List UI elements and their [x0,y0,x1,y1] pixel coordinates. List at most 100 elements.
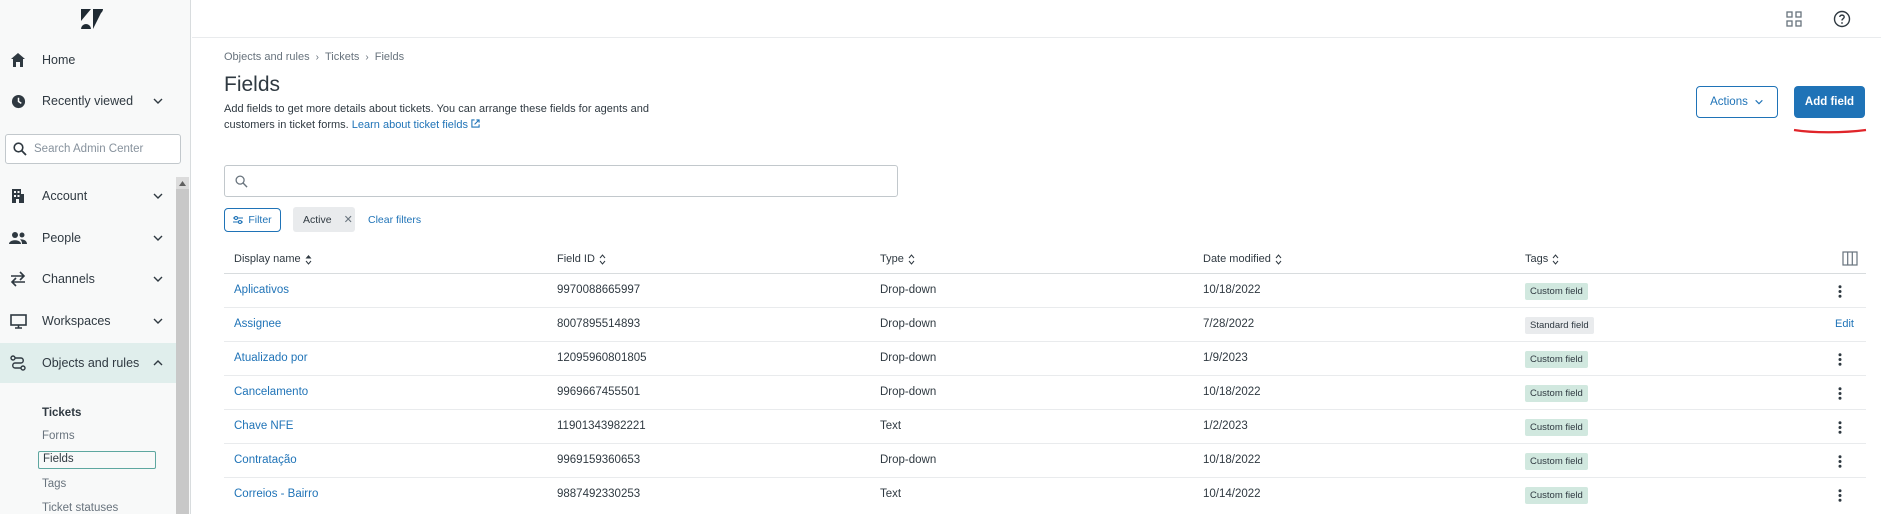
admin-search-input[interactable] [34,140,174,158]
sidebar: Home Recently viewed Account People Chan… [0,0,191,514]
add-field-button[interactable]: Add field [1794,86,1865,118]
table-row[interactable]: Chave NFE 11901343982221 Text 1/2/2023 C… [224,410,1866,444]
nav-workspaces[interactable]: Workspaces [0,302,178,340]
field-date-modified: 10/18/2022 [1203,284,1261,296]
column-date-modified[interactable]: Date modified [1203,253,1282,265]
field-id: 9969159360653 [557,454,641,466]
column-field-id[interactable]: Field ID [557,253,606,265]
more-options-icon[interactable] [1838,421,1842,434]
field-name-link[interactable]: Assignee [234,318,281,330]
chevron-down-icon [153,98,163,104]
table-header: Display name Field ID Type Date modified… [224,245,1866,274]
more-options-icon[interactable] [1838,353,1842,366]
nav-channels[interactable]: Channels [0,260,178,298]
chevron-down-icon [153,276,163,282]
nav-objects-and-rules-label: Objects and rules [42,356,140,370]
chevron-down-icon [153,318,163,324]
breadcrumb-tickets[interactable]: Tickets [325,51,359,63]
subnav-item-ticket-statuses[interactable]: Ticket statuses [38,499,118,514]
edit-link[interactable]: Edit [1835,318,1854,330]
page-title: Fields [224,73,281,96]
breadcrumb-objects-and-rules[interactable]: Objects and rules [224,51,310,63]
search-icon [235,175,248,188]
zendesk-logo[interactable] [80,8,104,30]
column-tags[interactable]: Tags [1525,253,1559,265]
field-name-link[interactable]: Atualizado por [234,352,308,364]
home-icon [8,50,28,70]
help-icon[interactable] [1833,10,1851,28]
column-display-name-label: Display name [234,253,301,265]
subnav-item-forms[interactable]: Forms [38,427,75,445]
field-type: Drop-down [880,386,937,398]
page-description: Add fields to get more details about tic… [224,101,684,133]
table-row[interactable]: Contratação 9969159360653 Drop-down 10/1… [224,444,1866,478]
tag-badge: Custom field [1525,385,1588,402]
column-type[interactable]: Type [880,253,915,265]
nav-recently-viewed[interactable]: Recently viewed [0,82,178,120]
filter-button[interactable]: Filter [224,208,281,232]
field-date-modified: 1/2/2023 [1203,420,1248,432]
sort-icon [599,253,606,265]
close-icon[interactable]: ✕ [344,213,353,226]
field-name-link[interactable]: Cancelamento [234,386,308,398]
chevron-right-icon: › [315,51,319,63]
active-filter-chip: Active ✕ [293,207,355,232]
field-name-link[interactable]: Aplicativos [234,284,289,296]
sidebar-scrollbar[interactable] [176,177,189,514]
nav-recently-viewed-label: Recently viewed [42,94,134,108]
column-settings-icon[interactable] [1842,251,1858,266]
field-id: 9970088665997 [557,284,641,296]
apps-grid-icon[interactable] [1785,10,1803,28]
tag-badge: Custom field [1525,419,1588,436]
building-icon [8,186,28,206]
table-row[interactable]: Assignee 8007895514893 Drop-down 7/28/20… [224,308,1866,342]
filter-sliders-icon [233,215,244,225]
objects-icon [8,353,28,373]
table-row[interactable]: Correios - Bairro 9887492330253 Text 10/… [224,478,1866,512]
learn-about-fields-link[interactable]: Learn about ticket fields [352,119,480,131]
filter-button-label: Filter [248,214,272,226]
nav-home-label: Home [42,53,76,67]
field-id: 9969667455501 [557,386,641,398]
field-type: Drop-down [880,284,937,296]
more-options-icon[interactable] [1838,455,1842,468]
field-name-link[interactable]: Correios - Bairro [234,488,318,500]
fields-search-box[interactable] [224,165,898,197]
table-row[interactable]: Cancelamento 9969667455501 Drop-down 10/… [224,376,1866,410]
field-date-modified: 10/14/2022 [1203,488,1261,500]
scroll-up-arrow[interactable] [176,177,189,189]
nav-account[interactable]: Account [0,177,178,215]
more-options-icon[interactable] [1838,489,1842,502]
actions-button[interactable]: Actions [1696,86,1778,118]
nav-home[interactable]: Home [0,41,178,79]
nav-objects-and-rules[interactable]: Objects and rules [0,343,178,383]
active-filter-chip-label: Active [303,213,332,226]
field-id: 12095960801805 [557,352,647,364]
admin-search-box[interactable] [5,134,181,164]
actions-button-label: Actions [1710,96,1748,108]
fields-search-input[interactable] [255,172,875,190]
subnav-item-fields[interactable]: Fields [38,451,156,469]
nav-account-label: Account [42,189,88,203]
field-name-link[interactable]: Chave NFE [234,420,293,432]
field-type: Drop-down [880,318,937,330]
more-options-icon[interactable] [1838,285,1842,298]
column-display-name[interactable]: Display name [234,253,312,265]
more-options-icon[interactable] [1838,387,1842,400]
field-id: 8007895514893 [557,318,641,330]
clear-filters-link[interactable]: Clear filters [368,214,421,226]
red-underline-annotation [1793,128,1867,134]
table-row[interactable]: Aplicativos 9970088665997 Drop-down 10/1… [224,274,1866,308]
column-date-modified-label: Date modified [1203,253,1271,265]
field-id: 11901343982221 [557,420,646,432]
column-tags-label: Tags [1525,253,1549,265]
table-row[interactable]: Atualizado por 12095960801805 Drop-down … [224,342,1866,376]
tag-badge: Custom field [1525,351,1588,368]
nav-workspaces-label: Workspaces [42,314,111,328]
field-id: 9887492330253 [557,488,641,500]
nav-channels-label: Channels [42,272,95,286]
subnav-item-tags[interactable]: Tags [38,475,66,493]
arrows-icon [8,269,28,289]
nav-people[interactable]: People [0,219,178,257]
field-name-link[interactable]: Contratação [234,454,297,466]
